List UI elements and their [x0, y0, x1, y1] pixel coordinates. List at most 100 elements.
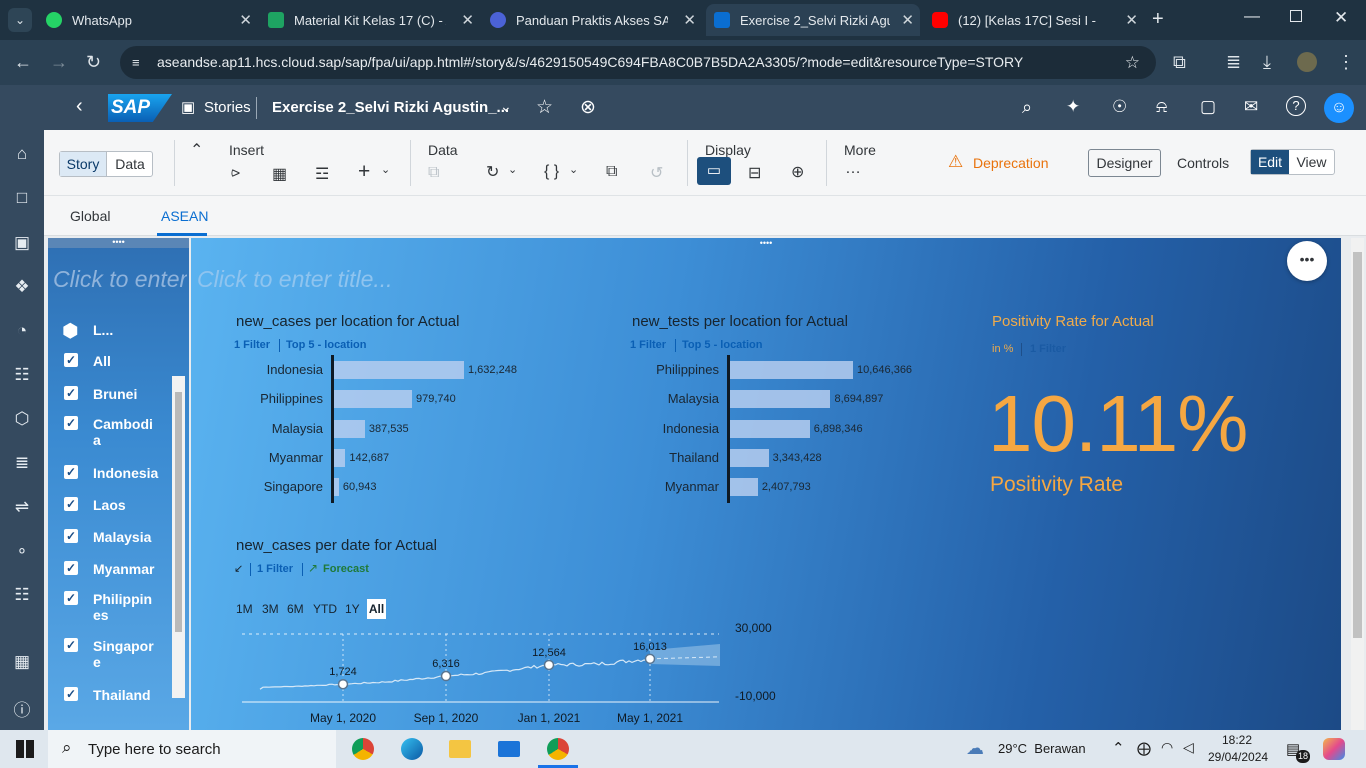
close-icon[interactable]: ✕	[461, 11, 474, 29]
user-avatar-icon[interactable]: ☺	[1324, 93, 1354, 123]
timeline-chart-title[interactable]: new_cases per date for Actual	[236, 537, 437, 554]
more-dots-icon[interactable]: …	[845, 160, 861, 178]
checkbox-checked[interactable]: ✓	[64, 465, 78, 479]
range-1y[interactable]: 1Y	[345, 602, 360, 616]
story-title[interactable]: Exercise 2_Selvi Rizki Agustin_...	[272, 99, 509, 116]
bookmark-star-icon[interactable]: ☆	[1125, 46, 1140, 79]
browser-tab-material-kit[interactable]: Material Kit Kelas 17 (C) - AD ✕	[268, 4, 480, 36]
browser-tab-whatsapp[interactable]: WhatsApp ✕	[46, 4, 258, 36]
deprecation-link[interactable]: Deprecation	[973, 155, 1049, 171]
browser-tab-panduan[interactable]: Panduan Praktis Akses SAC - ✕	[490, 4, 702, 36]
catalog-icon[interactable]: ▦	[12, 652, 32, 672]
home-icon[interactable]: ⌂	[12, 144, 32, 164]
checkbox-checked[interactable]: ✓	[64, 416, 78, 430]
chrome-icon[interactable]	[352, 738, 374, 760]
network-icon[interactable]: ⨁	[1137, 740, 1151, 757]
modeler-icon[interactable]: ☷	[12, 365, 32, 385]
close-circle-icon[interactable]: ⊗	[580, 96, 596, 119]
wifi-icon[interactable]: ◠	[1161, 739, 1173, 756]
data-point[interactable]	[543, 659, 555, 671]
explore-compass-icon[interactable]: ⊕	[791, 162, 804, 182]
tab-asean[interactable]: ASEAN	[161, 208, 208, 224]
cases-top-token[interactable]: Top 5 - location	[286, 339, 366, 351]
bar[interactable]	[730, 361, 853, 379]
close-icon[interactable]: ✕	[901, 11, 914, 29]
calendar-icon[interactable]: ☷	[12, 585, 32, 605]
close-window-button[interactable]: ✕	[1334, 8, 1348, 28]
range-6m[interactable]: 6M	[287, 602, 304, 616]
range-3m[interactable]: 3M	[262, 602, 279, 616]
formula-braces-icon[interactable]: { }	[544, 163, 559, 181]
bar[interactable]	[334, 478, 339, 497]
clock-date[interactable]: 29/04/2024	[1208, 750, 1268, 764]
help-icon[interactable]: ?	[1286, 96, 1306, 116]
positivity-filter-token[interactable]: 1 Filter	[1030, 343, 1066, 355]
copilot-icon[interactable]	[1323, 738, 1345, 760]
collapse-chevron-icon[interactable]: ⌃	[190, 140, 203, 160]
chevron-down-icon[interactable]: ⌄	[381, 163, 390, 176]
bar[interactable]	[334, 419, 365, 438]
url-field[interactable]: ≡ aseandse.ap11.hcs.cloud.sap/sap/fpa/ui…	[120, 46, 1156, 79]
mail-icon[interactable]	[498, 741, 520, 757]
restore-button[interactable]	[1290, 10, 1302, 22]
weather-text[interactable]: 29°C Berawan	[998, 741, 1086, 756]
taskbar-search-box[interactable]: ⌕ Type here to search	[48, 730, 336, 768]
range-1m[interactable]: 1M	[236, 602, 253, 616]
bar[interactable]	[334, 361, 464, 379]
clock-time[interactable]: 18:22	[1222, 733, 1252, 747]
notification-bell-icon[interactable]: ⍾	[1156, 97, 1167, 117]
tests-filter-token[interactable]: 1 Filter	[630, 339, 666, 351]
panel-drag-handle[interactable]: ••••	[191, 238, 1341, 248]
panel-title-placeholder[interactable]: Click to enter title...	[197, 266, 393, 293]
checkbox-checked[interactable]: ✓	[64, 638, 78, 652]
forward-icon[interactable]: →	[50, 52, 68, 73]
reload-icon[interactable]: ↻	[86, 52, 101, 73]
edit-mode-button[interactable]: Edit	[1251, 150, 1289, 174]
filter-scrollbar[interactable]	[172, 376, 185, 698]
checkbox-checked[interactable]: ✓	[64, 687, 78, 701]
feedback-icon[interactable]: ✉	[1244, 97, 1258, 117]
copy-icon[interactable]: ⧉	[606, 163, 617, 181]
chevron-up-icon[interactable]: ⌃	[1112, 739, 1125, 757]
sap-logo[interactable]: SAP	[108, 94, 172, 122]
files-icon[interactable]: □	[12, 188, 32, 208]
browser-tab-youtube[interactable]: (12) [Kelas 17C] Sesi I - D ✕	[932, 4, 1144, 36]
data-point[interactable]	[440, 670, 452, 682]
site-info-icon[interactable]: ≡	[132, 46, 140, 79]
data-analyzer-icon[interactable]: ⬡	[12, 409, 32, 429]
blend-data-icon[interactable]: ⧉	[428, 164, 439, 182]
refresh-icon[interactable]: ↻	[486, 162, 499, 182]
bar[interactable]	[730, 448, 769, 467]
panel-more-button[interactable]: •••	[1287, 241, 1327, 281]
chevron-down-icon[interactable]: ⌄	[569, 163, 578, 176]
tab-global[interactable]: Global	[70, 208, 110, 224]
back-icon[interactable]: ←	[14, 52, 32, 73]
layout-icon[interactable]: ⊟	[748, 163, 761, 183]
view-mode-button[interactable]: View	[1289, 150, 1334, 174]
data-management-icon[interactable]: ≣	[12, 453, 32, 473]
close-icon[interactable]: ✕	[1125, 11, 1138, 29]
close-icon[interactable]: ✕	[683, 11, 696, 29]
data-point[interactable]	[337, 678, 349, 690]
range-all[interactable]: All	[367, 599, 386, 619]
timeline-filter-token[interactable]: 1 Filter	[257, 563, 293, 575]
bar[interactable]	[730, 390, 831, 409]
story-tab-button[interactable]: Story	[60, 152, 107, 176]
menu-kebab-icon[interactable]: ⋮	[1337, 52, 1355, 73]
forecast-token[interactable]: Forecast	[323, 563, 369, 575]
weather-icon[interactable]: ☁	[966, 738, 984, 759]
profile-avatar[interactable]	[1297, 52, 1317, 72]
digital-boardroom-icon[interactable]: ◔	[12, 321, 32, 341]
tests-chart-title[interactable]: new_tests per location for Actual	[632, 313, 848, 330]
download-icon[interactable]: ⤓	[1263, 52, 1271, 73]
ai-assistant-icon[interactable]: ✦	[1066, 97, 1080, 117]
canvas-scrollbar[interactable]	[1351, 238, 1364, 730]
controls-button[interactable]: Controls	[1177, 155, 1229, 171]
stories-icon[interactable]: ▣	[12, 233, 32, 253]
input-control-icon[interactable]: ☲	[315, 164, 329, 184]
extensions-icon[interactable]: ⧉	[1173, 52, 1186, 73]
table-bar-icon[interactable]: ⪧	[231, 164, 240, 182]
chevron-down-icon[interactable]: ⌄	[508, 163, 517, 176]
bar[interactable]	[334, 448, 346, 467]
search-icon[interactable]: ⌕	[1022, 97, 1032, 118]
